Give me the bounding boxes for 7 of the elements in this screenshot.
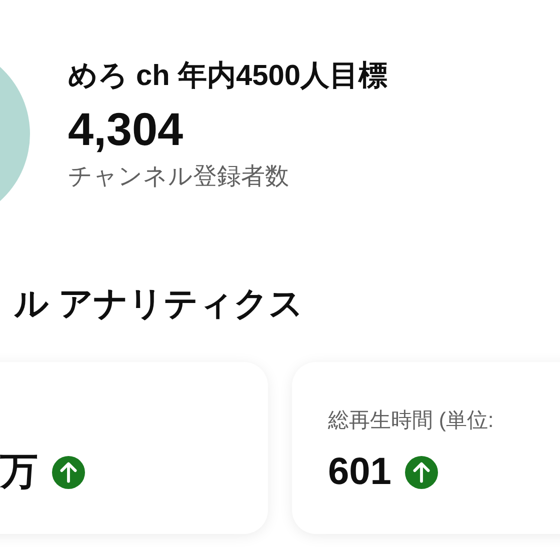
metric-value: 601: [328, 450, 392, 494]
subscriber-count: 4,304: [68, 102, 184, 157]
section-heading: ル アナリティクス: [14, 284, 304, 325]
subscriber-label: チャンネル登録者数: [68, 162, 290, 192]
metric-label: 総再生時間 (単位:: [328, 408, 495, 434]
metric-card[interactable]: 総再生時間 (単位: 601: [292, 362, 560, 534]
channel-title: めろ ch 年内4500人目標: [68, 59, 388, 94]
